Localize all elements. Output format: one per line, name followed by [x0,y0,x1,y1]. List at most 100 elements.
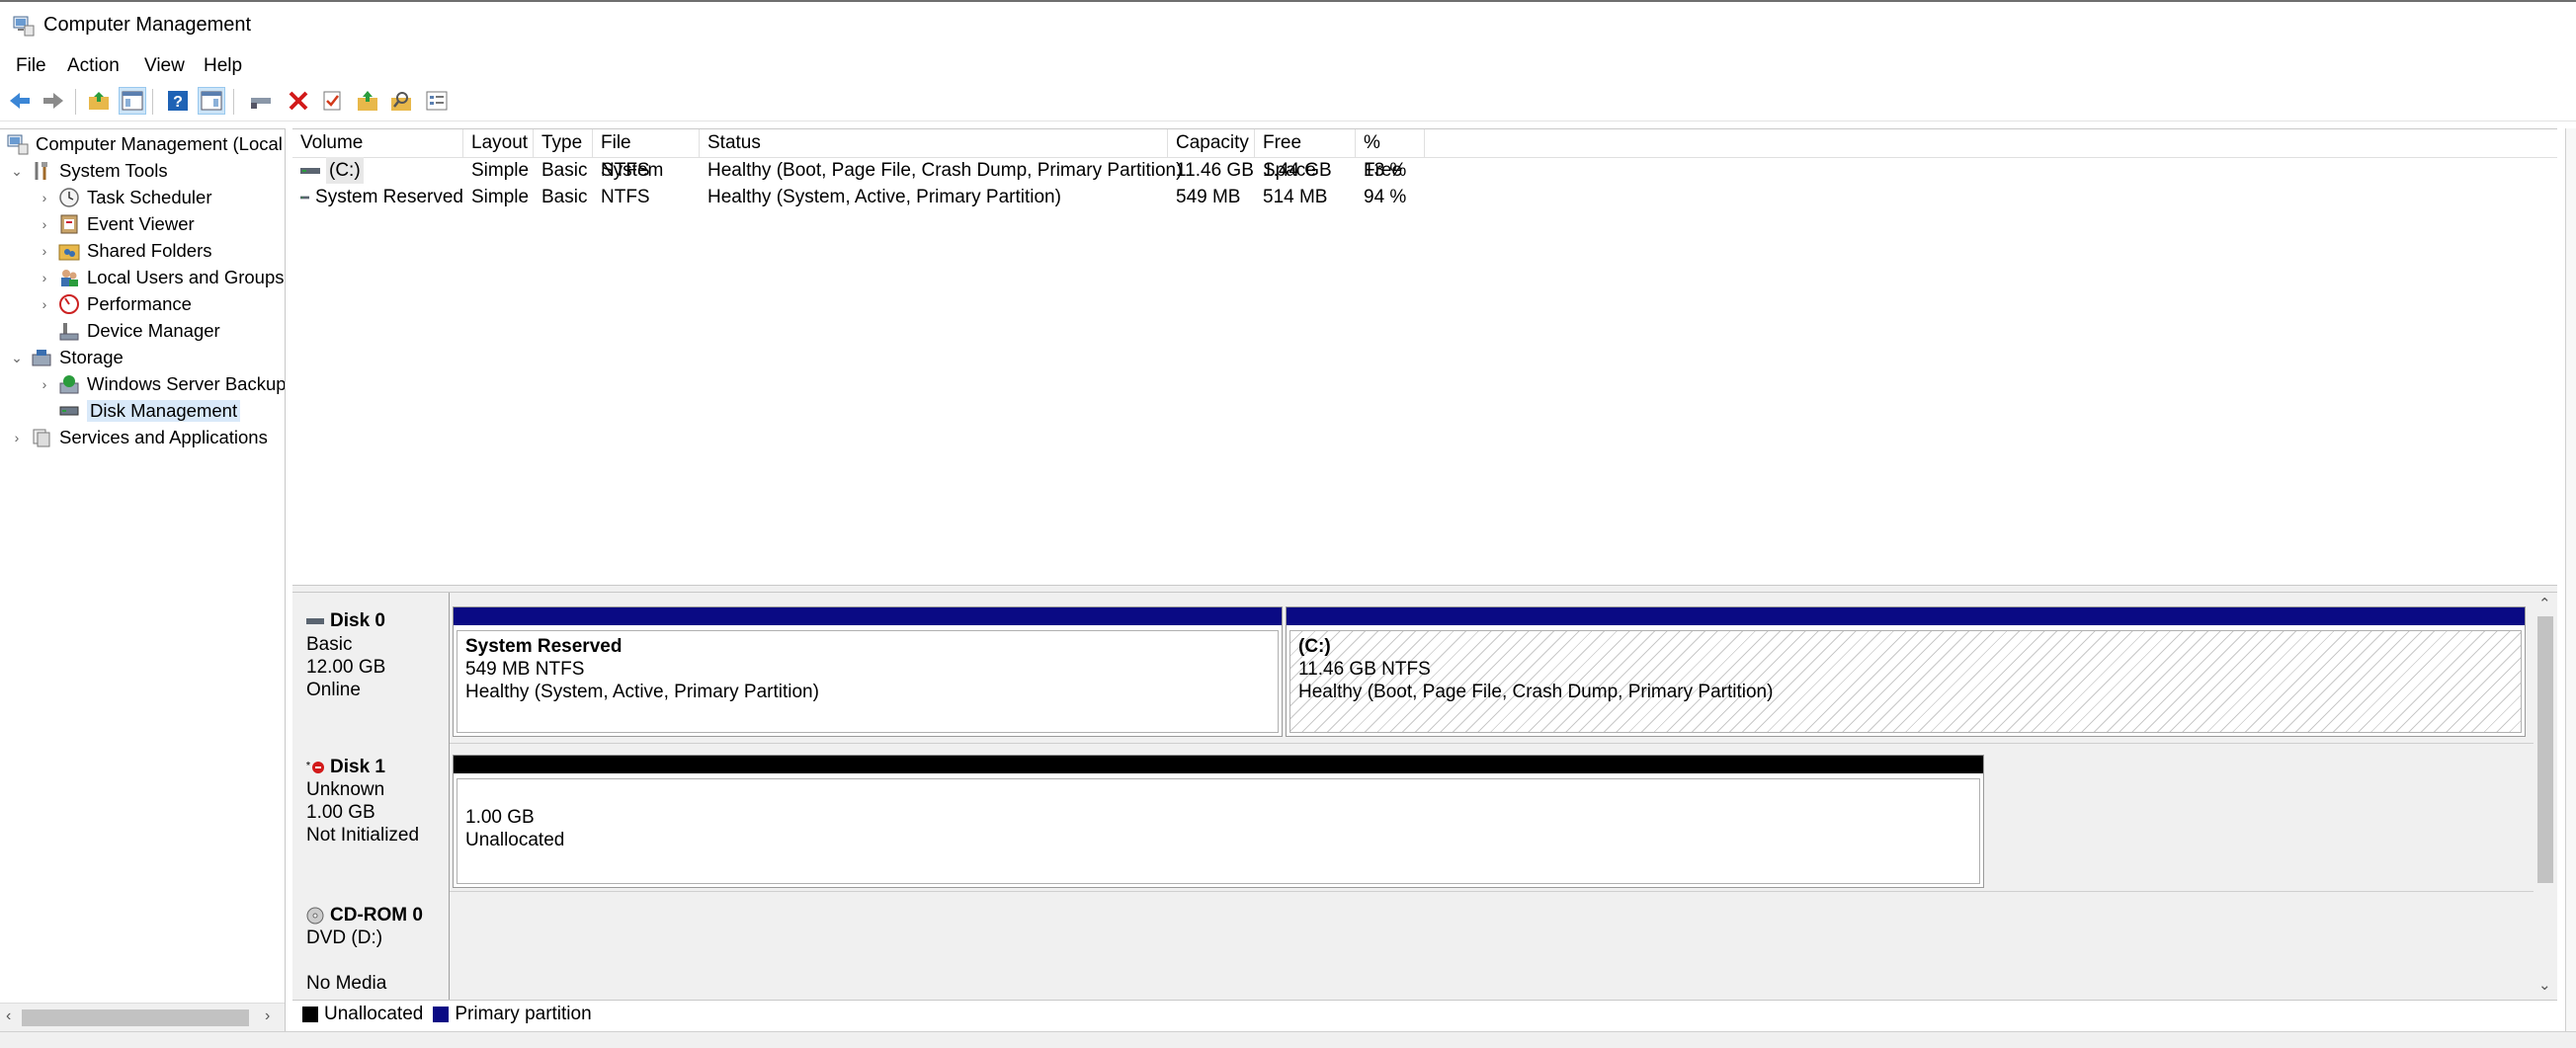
scroll-down-icon[interactable]: ⌄ [2538,976,2551,994]
chevron-right-icon[interactable]: › [38,243,51,259]
tree-item-disk-management[interactable]: Disk Management [38,398,241,424]
volume-free-space: 1.44 GB [1263,160,1332,181]
show-hide-tree-icon[interactable] [119,87,146,115]
menu-file[interactable]: File [12,53,50,79]
partition-system-reserved[interactable]: System Reserved 549 MB NTFS Healthy (Sys… [453,606,1283,737]
volume-type: Basic [541,187,588,207]
chevron-down-icon[interactable]: ⌄ [10,350,24,366]
svg-text:*: * [306,761,310,771]
column-header-capacity[interactable]: Capacity [1168,129,1255,157]
status-bar [0,1031,2576,1048]
menu-help[interactable]: Help [200,53,246,79]
tree-item-shared-folders[interactable]: › Shared Folders [38,238,212,264]
title-bar: Computer Management [0,0,2576,51]
shared-folder-icon [57,239,81,263]
event-viewer-icon [57,212,81,236]
volume-percent-free: 13 % [1364,160,1407,181]
tree-label: Shared Folders [87,240,212,261]
back-icon[interactable] [6,87,34,115]
tree-item-local-users-groups[interactable]: › Local Users and Groups [38,265,285,290]
disk-status: Not Initialized [306,825,420,846]
table-row[interactable]: (C:) Simple Basic NTFS Healthy (Boot, Pa… [292,157,2557,184]
cdrom-icon [306,907,324,925]
tree-label: Storage [59,347,124,367]
tree-label: Disk Management [87,400,241,422]
drive-icon [300,167,320,174]
navigation-tree: Computer Management (Local ⌄ System Tool… [0,128,286,1033]
table-row[interactable]: System Reserved Simple Basic NTFS Health… [292,184,2557,210]
export-folder-icon[interactable] [354,87,381,115]
partition-unallocated[interactable]: 1.00 GB Unallocated [453,755,1984,888]
backup-icon [57,372,81,396]
disk-0-label[interactable]: Disk 0 Basic 12.00 GB Online [292,593,450,743]
scroll-up-icon[interactable]: ⌃ [2538,595,2551,612]
chevron-right-icon[interactable]: › [38,376,51,392]
column-header-type[interactable]: Type [534,129,593,157]
chevron-right-icon[interactable]: › [10,430,24,445]
disk-type: Basic [306,634,353,655]
tree-label: Event Viewer [87,213,195,234]
volume-list: Volume Layout Type File System Status Ca… [292,128,2557,586]
cdrom-0-label[interactable]: CD-ROM 0 DVD (D:) No Media [292,891,450,1000]
services-icon [30,426,53,449]
users-icon [57,266,81,289]
chevron-down-icon[interactable]: ⌄ [10,163,24,180]
tree-item-windows-server-backup[interactable]: › Windows Server Backup [38,371,285,397]
action-pane-edge [2565,128,2576,1031]
find-folder-icon[interactable] [387,87,415,115]
tree-item-event-viewer[interactable]: › Event Viewer [38,211,195,237]
pane-splitter[interactable] [292,585,2557,593]
cdrom-drive: DVD (D:) [306,927,383,948]
scrollbar-thumb[interactable] [2537,616,2553,883]
volume-name: (C:) [326,157,364,184]
partition-status: Unallocated [465,830,565,850]
column-header-layout[interactable]: Layout [463,129,534,157]
disk-name: Disk 1 [330,757,385,777]
tree-item-system-tools[interactable]: ⌄ System Tools [10,158,168,184]
help-icon[interactable]: ? [164,87,192,115]
vertical-scrollbar[interactable]: ⌃ ⌄ [2534,593,2557,1000]
forward-icon[interactable] [40,87,67,115]
tree-item-computer-management[interactable]: Computer Management (Local [6,131,283,157]
disk-1-label[interactable]: * Disk 1 Unknown 1.00 GB Not Initialized [292,743,450,891]
volume-name: System Reserved [315,187,463,207]
chevron-right-icon[interactable]: › [38,190,51,205]
tree-item-performance[interactable]: › Performance [38,291,192,317]
tree-item-task-scheduler[interactable]: › Task Scheduler [38,185,212,210]
scroll-left-icon[interactable]: ‹ [6,1008,11,1025]
chevron-right-icon[interactable]: › [38,216,51,232]
properties-icon[interactable] [423,87,451,115]
partition-status: Healthy (System, Active, Primary Partiti… [465,682,819,702]
column-header-file-system[interactable]: File System [593,129,700,181]
chevron-right-icon[interactable]: › [38,296,51,312]
menu-action[interactable]: Action [63,53,124,79]
show-hide-action-pane-icon[interactable] [198,87,225,115]
chevron-right-icon[interactable]: › [38,270,51,285]
delete-icon[interactable] [285,87,312,115]
tree-label: System Tools [59,160,168,181]
column-header-status[interactable]: Status [700,129,1168,157]
up-folder-icon[interactable] [85,87,113,115]
menu-view[interactable]: View [140,53,189,79]
partition-c-drive[interactable]: (C:) 11.46 GB NTFS Healthy (Boot, Page F… [1286,606,2526,737]
volume-list-header: Volume Layout Type File System Status Ca… [292,129,2557,181]
scrollbar-thumb[interactable] [22,1009,249,1026]
column-header-free-space[interactable]: Free Space [1255,129,1356,181]
disk-size: 12.00 GB [306,657,386,678]
column-header-volume[interactable]: Volume [292,129,463,157]
horizontal-scrollbar[interactable]: ‹ › [0,1003,285,1033]
tree-label: Task Scheduler [87,187,212,207]
volume-capacity: 11.46 GB [1176,160,1254,181]
column-header-percent-free[interactable]: % Free [1356,129,1425,181]
tree-item-storage[interactable]: ⌄ Storage [10,345,124,370]
disk-graphical-view: Disk 0 Basic 12.00 GB Online System Rese… [292,593,2534,1000]
toolbar: ? [0,81,2576,121]
tree-item-device-manager[interactable]: Device Manager [38,318,220,344]
partition-name: (C:) [1298,636,1331,657]
disk-status: Online [306,680,361,700]
tree-item-services-applications[interactable]: › Services and Applications [10,425,268,450]
scroll-right-icon[interactable]: › [265,1008,270,1025]
check-icon[interactable] [318,87,346,115]
volume-capacity: 549 MB [1176,187,1241,207]
connect-icon[interactable] [247,87,275,115]
